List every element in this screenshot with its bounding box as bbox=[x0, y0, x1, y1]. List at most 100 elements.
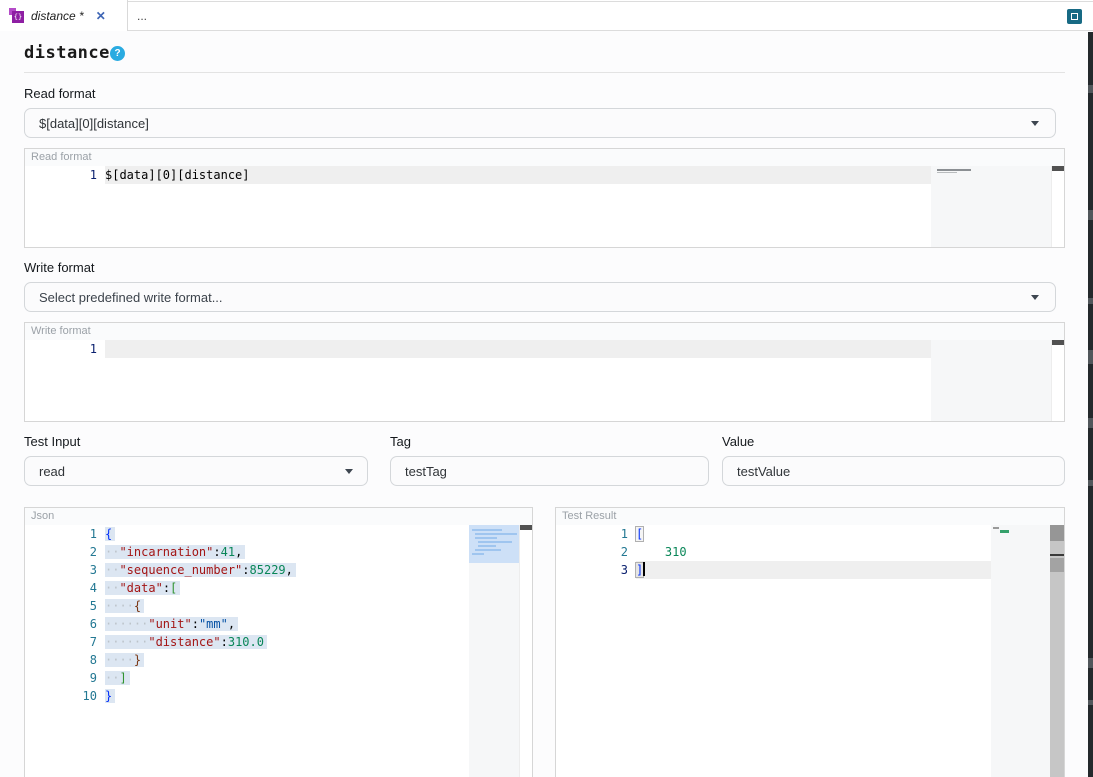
minimap[interactable] bbox=[931, 166, 1051, 247]
value-field[interactable] bbox=[737, 464, 1050, 479]
code-text[interactable]: ··"sequence_number":85229, bbox=[105, 561, 469, 579]
text-cursor bbox=[643, 562, 645, 576]
help-icon[interactable]: ? bbox=[110, 46, 125, 61]
line-number: 2 bbox=[556, 543, 636, 561]
close-icon[interactable]: ✕ bbox=[96, 9, 106, 23]
code-text[interactable]: } bbox=[105, 687, 469, 705]
tab-bar: {} distance * ✕ ... bbox=[0, 0, 1093, 31]
value-field-wrap[interactable] bbox=[722, 456, 1065, 486]
value-label: Value bbox=[722, 434, 754, 449]
scrollbar-thumb[interactable] bbox=[1052, 166, 1064, 171]
code-line[interactable]: 8····} bbox=[25, 651, 532, 669]
scrollbar[interactable] bbox=[1050, 525, 1064, 777]
code-line[interactable]: 10} bbox=[25, 687, 532, 705]
code-line[interactable]: 1 bbox=[25, 340, 1064, 358]
read-format-label: Read format bbox=[24, 86, 96, 101]
code-line[interactable]: 5····{ bbox=[25, 597, 532, 615]
cursor-position-marker bbox=[1050, 554, 1064, 556]
line-number: 3 bbox=[556, 561, 636, 579]
tab-distance[interactable]: {} distance * ✕ bbox=[0, 0, 128, 31]
write-format-dropdown[interactable]: Select predefined write format... bbox=[24, 282, 1056, 312]
code-text[interactable]: ··"incarnation":41, bbox=[105, 543, 469, 561]
test-result-editor-title: Test Result bbox=[556, 508, 1064, 525]
code-text[interactable]: ] bbox=[636, 561, 991, 579]
write-format-editor[interactable]: Write format 1 bbox=[24, 322, 1065, 422]
line-number: 5 bbox=[25, 597, 105, 615]
write-format-editor-title: Write format bbox=[25, 323, 1064, 340]
code-line[interactable]: 2 310 bbox=[556, 543, 1064, 561]
code-text[interactable]: $[data][0][distance] bbox=[105, 166, 931, 184]
tab-label: distance * bbox=[31, 9, 84, 23]
test-input-dropdown-value: read bbox=[39, 464, 65, 479]
code-text[interactable]: 310 bbox=[636, 543, 991, 561]
line-number: 6 bbox=[25, 615, 105, 633]
scrollbar[interactable] bbox=[1051, 340, 1064, 421]
code-text[interactable] bbox=[105, 340, 931, 358]
minimap[interactable] bbox=[991, 525, 1050, 777]
code-text[interactable]: ··"data":[ bbox=[105, 579, 469, 597]
tab-overflow-label: ... bbox=[137, 9, 147, 23]
write-format-editor-body[interactable]: 1 bbox=[25, 340, 1064, 358]
code-text[interactable]: ··] bbox=[105, 669, 469, 687]
code-text[interactable]: ····{ bbox=[105, 597, 469, 615]
tag-label: Tag bbox=[390, 434, 411, 449]
text-selection: ······"unit":"mm", bbox=[105, 617, 238, 631]
code-line[interactable]: 3··"sequence_number":85229, bbox=[25, 561, 532, 579]
text-selection: ····} bbox=[105, 653, 144, 667]
code-line[interactable]: 6······"unit":"mm", bbox=[25, 615, 532, 633]
code-text[interactable]: [ bbox=[636, 525, 991, 543]
tag-field-wrap[interactable] bbox=[390, 456, 709, 486]
write-format-label: Write format bbox=[24, 260, 95, 275]
code-line[interactable]: 1$[data][0][distance] bbox=[25, 166, 1064, 184]
read-format-dropdown-value: $[data][0][distance] bbox=[39, 116, 149, 131]
json-editor[interactable]: Json 1{2··"incarnation":41,3··"sequence_… bbox=[24, 507, 533, 777]
text-selection: ······"distance":310.0 bbox=[105, 635, 267, 649]
code-line[interactable]: 3] bbox=[556, 561, 1064, 579]
text-selection: ··"incarnation":41, bbox=[105, 545, 245, 559]
line-number: 10 bbox=[25, 687, 105, 705]
json-editor-body[interactable]: 1{2··"incarnation":41,3··"sequence_numbe… bbox=[25, 525, 532, 705]
braces-file-icon: {} bbox=[9, 8, 24, 23]
code-text[interactable]: ······"distance":310.0 bbox=[105, 633, 469, 651]
tag-field[interactable] bbox=[405, 464, 694, 479]
panel-toggle-button[interactable] bbox=[1067, 9, 1082, 24]
scrollbar-thumb[interactable] bbox=[1050, 525, 1064, 541]
minimap[interactable] bbox=[931, 340, 1051, 421]
code-text[interactable]: { bbox=[105, 525, 469, 543]
line-number: 7 bbox=[25, 633, 105, 651]
code-line[interactable]: 1[ bbox=[556, 525, 1064, 543]
test-input-dropdown[interactable]: read bbox=[24, 456, 368, 486]
read-format-editor-title: Read format bbox=[25, 149, 1064, 166]
read-format-editor-body[interactable]: 1$[data][0][distance] bbox=[25, 166, 1064, 184]
code-line[interactable]: 9··] bbox=[25, 669, 532, 687]
read-format-dropdown[interactable]: $[data][0][distance] bbox=[24, 108, 1056, 138]
minimap[interactable] bbox=[469, 525, 519, 777]
code-line[interactable]: 7······"distance":310.0 bbox=[25, 633, 532, 651]
chevron-down-icon bbox=[345, 469, 353, 474]
read-format-editor[interactable]: Read format 1$[data][0][distance] bbox=[24, 148, 1065, 248]
panel-toggle-icon bbox=[1071, 13, 1078, 20]
code-text[interactable]: ······"unit":"mm", bbox=[105, 615, 469, 633]
tab-overflow[interactable]: ... bbox=[128, 1, 1093, 31]
chevron-down-icon bbox=[1031, 295, 1039, 300]
test-result-editor-body[interactable]: 1[2 3103] bbox=[556, 525, 1064, 579]
page-title: distance bbox=[24, 43, 110, 63]
code-text[interactable]: ····} bbox=[105, 651, 469, 669]
code-line[interactable]: 1{ bbox=[25, 525, 532, 543]
scrollbar-thumb[interactable] bbox=[1052, 340, 1064, 345]
header-divider bbox=[24, 72, 1065, 73]
code-line[interactable]: 2··"incarnation":41, bbox=[25, 543, 532, 561]
text-selection: ··] bbox=[105, 671, 130, 685]
json-editor-title: Json bbox=[25, 508, 532, 525]
line-number: 1 bbox=[25, 340, 105, 358]
test-result-editor[interactable]: Test Result 1[2 3103] bbox=[555, 507, 1065, 777]
text-selection: { bbox=[105, 527, 115, 541]
line-number: 1 bbox=[556, 525, 636, 543]
scrollbar[interactable] bbox=[519, 525, 532, 777]
scrollbar-thumb[interactable] bbox=[520, 525, 532, 530]
code-line[interactable]: 4··"data":[ bbox=[25, 579, 532, 597]
scrollbar[interactable] bbox=[1051, 166, 1064, 247]
chevron-down-icon bbox=[1031, 121, 1039, 126]
right-edge-scrollbar[interactable] bbox=[1088, 32, 1093, 777]
write-format-dropdown-placeholder: Select predefined write format... bbox=[39, 290, 223, 305]
